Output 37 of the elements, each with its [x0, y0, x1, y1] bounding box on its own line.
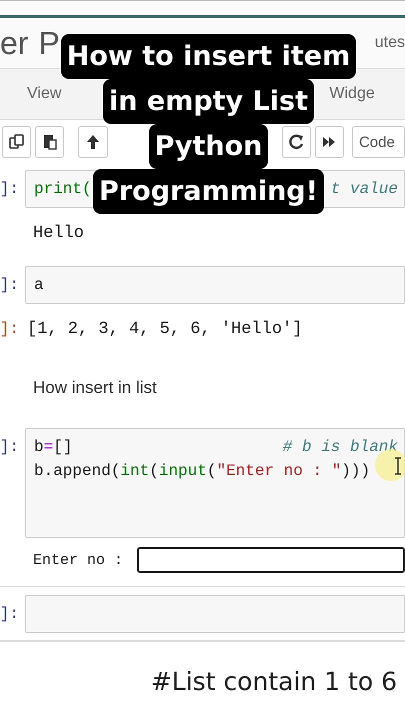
caption-overlay: Python: [148, 124, 268, 169]
code-comment: t value: [330, 179, 398, 200]
toolbar-button[interactable]: [282, 126, 311, 158]
output-text: Hello: [33, 224, 84, 242]
notebook-title: er: [0, 24, 28, 62]
cell-type-select[interactable]: Code: [352, 126, 405, 158]
input-field[interactable]: [137, 547, 405, 573]
notebook-title: P: [38, 24, 60, 62]
caption-overlay: in empty List: [103, 79, 314, 124]
copy-icon: [8, 133, 26, 151]
code-comment: # b is blank: [282, 437, 398, 458]
input-prompt: ]:: [0, 276, 20, 294]
code-cell[interactable]: a: [25, 266, 405, 304]
markdown-text: How insert in list: [33, 378, 157, 398]
code-cell[interactable]: b=[] # b is blank b.append(int(input("Enter no : "))): [25, 428, 405, 538]
caption-overlay: Programming!: [93, 169, 324, 214]
output-prompt: ]:: [0, 320, 20, 338]
toolbar-button[interactable]: [314, 126, 344, 158]
code-text: a: [34, 275, 44, 296]
toolbar-button[interactable]: [35, 126, 64, 158]
menu-item[interactable]: Widge: [329, 85, 375, 103]
toolbar-button[interactable]: [78, 126, 108, 158]
input-prompt: ]:: [0, 605, 20, 623]
caption-overlay: How to insert item: [60, 34, 356, 79]
input-label: Enter no :: [33, 552, 124, 568]
input-prompt: ]:: [0, 180, 20, 198]
restart-icon: [287, 133, 306, 151]
code-text: b=[]: [34, 437, 72, 458]
code-text: b.append(int(input("Enter no : "))): [34, 461, 370, 482]
caption-text: #List contain 1 to 6: [150, 666, 397, 696]
menu-item[interactable]: View: [27, 85, 62, 103]
status-text: utes: [374, 34, 405, 52]
input-prompt: ]:: [0, 437, 20, 456]
output-text: [1, 2, 3, 4, 5, 6, 'Hello']: [27, 320, 302, 338]
code-text: print(: [34, 179, 92, 200]
code-cell[interactable]: [25, 595, 405, 633]
toolbar-button[interactable]: [2, 126, 32, 158]
